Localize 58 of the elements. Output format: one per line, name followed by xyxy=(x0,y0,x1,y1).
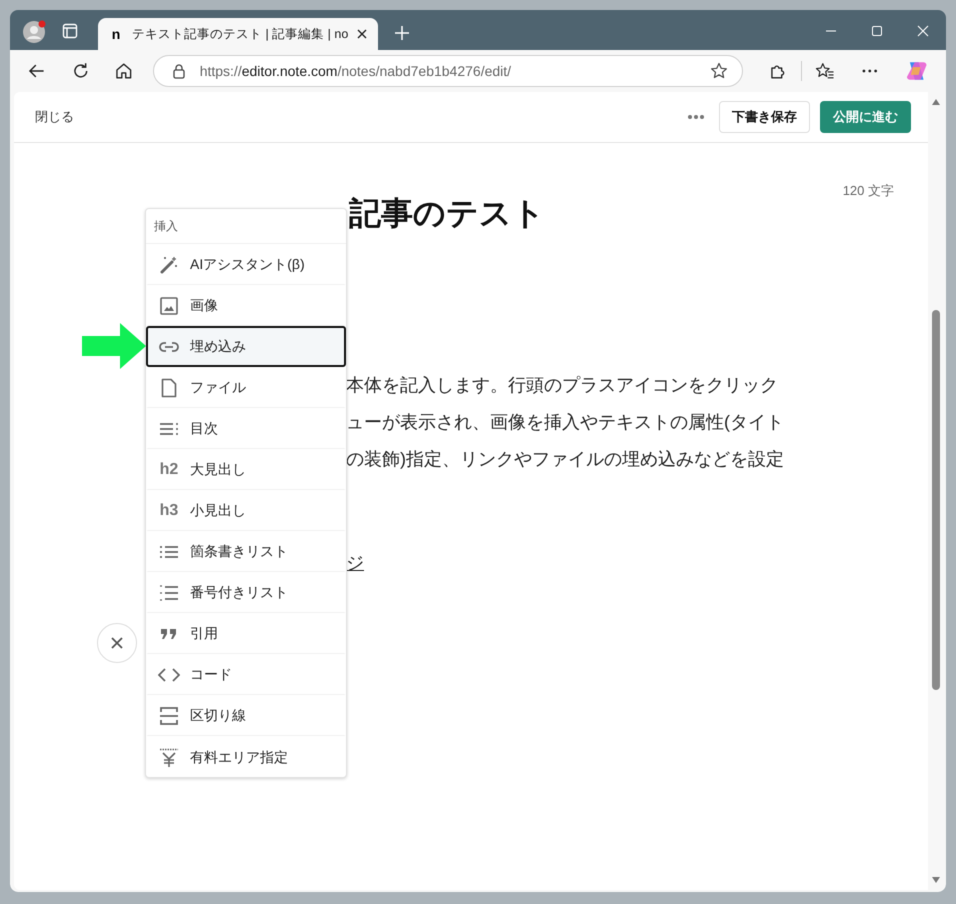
maximize-icon[interactable] xyxy=(871,25,883,37)
menu-heading: 挿入 xyxy=(146,209,346,244)
heading-icon: h2 xyxy=(160,461,178,479)
home-icon[interactable] xyxy=(115,62,133,80)
menu-item[interactable]: h3 小見出し xyxy=(146,490,346,531)
wand-icon xyxy=(159,255,179,275)
scroll-down-icon[interactable] xyxy=(931,876,941,884)
code-icon xyxy=(158,668,180,682)
menu-item[interactable]: h2 大見出し xyxy=(146,449,346,490)
body-text: の装飾)指定、リンクやファイルの埋め込みなどを設定 xyxy=(346,448,784,471)
numbered-list-icon xyxy=(159,585,179,601)
link-icon xyxy=(158,340,180,352)
character-count: 120 文字 xyxy=(842,182,894,200)
image-icon xyxy=(159,296,179,316)
back-icon[interactable] xyxy=(28,62,46,80)
menu-item[interactable]: コード xyxy=(146,654,346,695)
profile-avatar-icon[interactable] xyxy=(22,20,46,44)
browser-tab[interactable]: n テキスト記事のテスト | 記事編集 | no xyxy=(98,18,378,50)
url-text: https://editor.note.com/notes/nabd7eb1b4276/edit/ xyxy=(200,63,512,79)
body-link[interactable]: ジ xyxy=(346,549,364,577)
publish-button[interactable]: 公開に進む xyxy=(820,101,911,133)
scroll-up-icon[interactable] xyxy=(931,98,941,106)
menu-item[interactable]: AIアシスタント(β) xyxy=(146,244,346,285)
yen-icon xyxy=(159,748,179,768)
tab-actions-icon[interactable] xyxy=(62,23,78,39)
article-title: 記事のテスト xyxy=(349,194,546,233)
body-text: ューが表示され、画像を挿入やテキストの属性(タイト xyxy=(346,411,784,434)
divider-icon xyxy=(159,707,179,725)
menu-item[interactable]: 目次 xyxy=(146,408,346,449)
scrollbar-thumb[interactable] xyxy=(932,310,940,690)
close-icon[interactable] xyxy=(356,28,368,40)
arrow-icon xyxy=(82,323,146,369)
save-draft-button[interactable]: 下書き保存 xyxy=(719,101,810,133)
close-menu-button[interactable] xyxy=(97,623,137,663)
heading-icon: h3 xyxy=(160,502,178,520)
quote-icon xyxy=(160,628,178,640)
table-of-contents-icon xyxy=(159,422,179,436)
menu-item[interactable]: 引用 xyxy=(146,613,346,654)
site-favicon: n xyxy=(110,26,122,42)
menu-item[interactable]: 番号付きリスト xyxy=(146,572,346,613)
star-icon[interactable] xyxy=(710,62,728,80)
menu-item[interactable]: 箇条書きリスト xyxy=(146,531,346,572)
file-icon xyxy=(161,378,177,398)
reload-icon[interactable] xyxy=(72,62,90,80)
close-link[interactable]: 閉じる xyxy=(35,108,74,126)
body-text: 本体を記入します。行頭のプラスアイコンをクリック xyxy=(346,374,778,397)
bullet-list-icon xyxy=(159,545,179,559)
menu-item[interactable]: ファイル xyxy=(146,367,346,408)
favorites-icon[interactable] xyxy=(815,62,835,80)
menu-item[interactable]: 有料エリア指定 xyxy=(146,736,346,777)
menu-item[interactable]: 埋め込み xyxy=(146,326,346,367)
tab-title: テキスト記事のテスト | 記事編集 | no xyxy=(132,26,348,42)
new-tab-icon[interactable] xyxy=(394,25,410,41)
address-bar[interactable]: https://editor.note.com/notes/nabd7eb1b4276/edit/ xyxy=(152,55,743,87)
menu-item[interactable]: 区切り線 xyxy=(146,695,346,736)
lock-icon xyxy=(172,63,186,79)
copilot-icon[interactable] xyxy=(904,59,928,83)
close-icon xyxy=(111,637,123,649)
